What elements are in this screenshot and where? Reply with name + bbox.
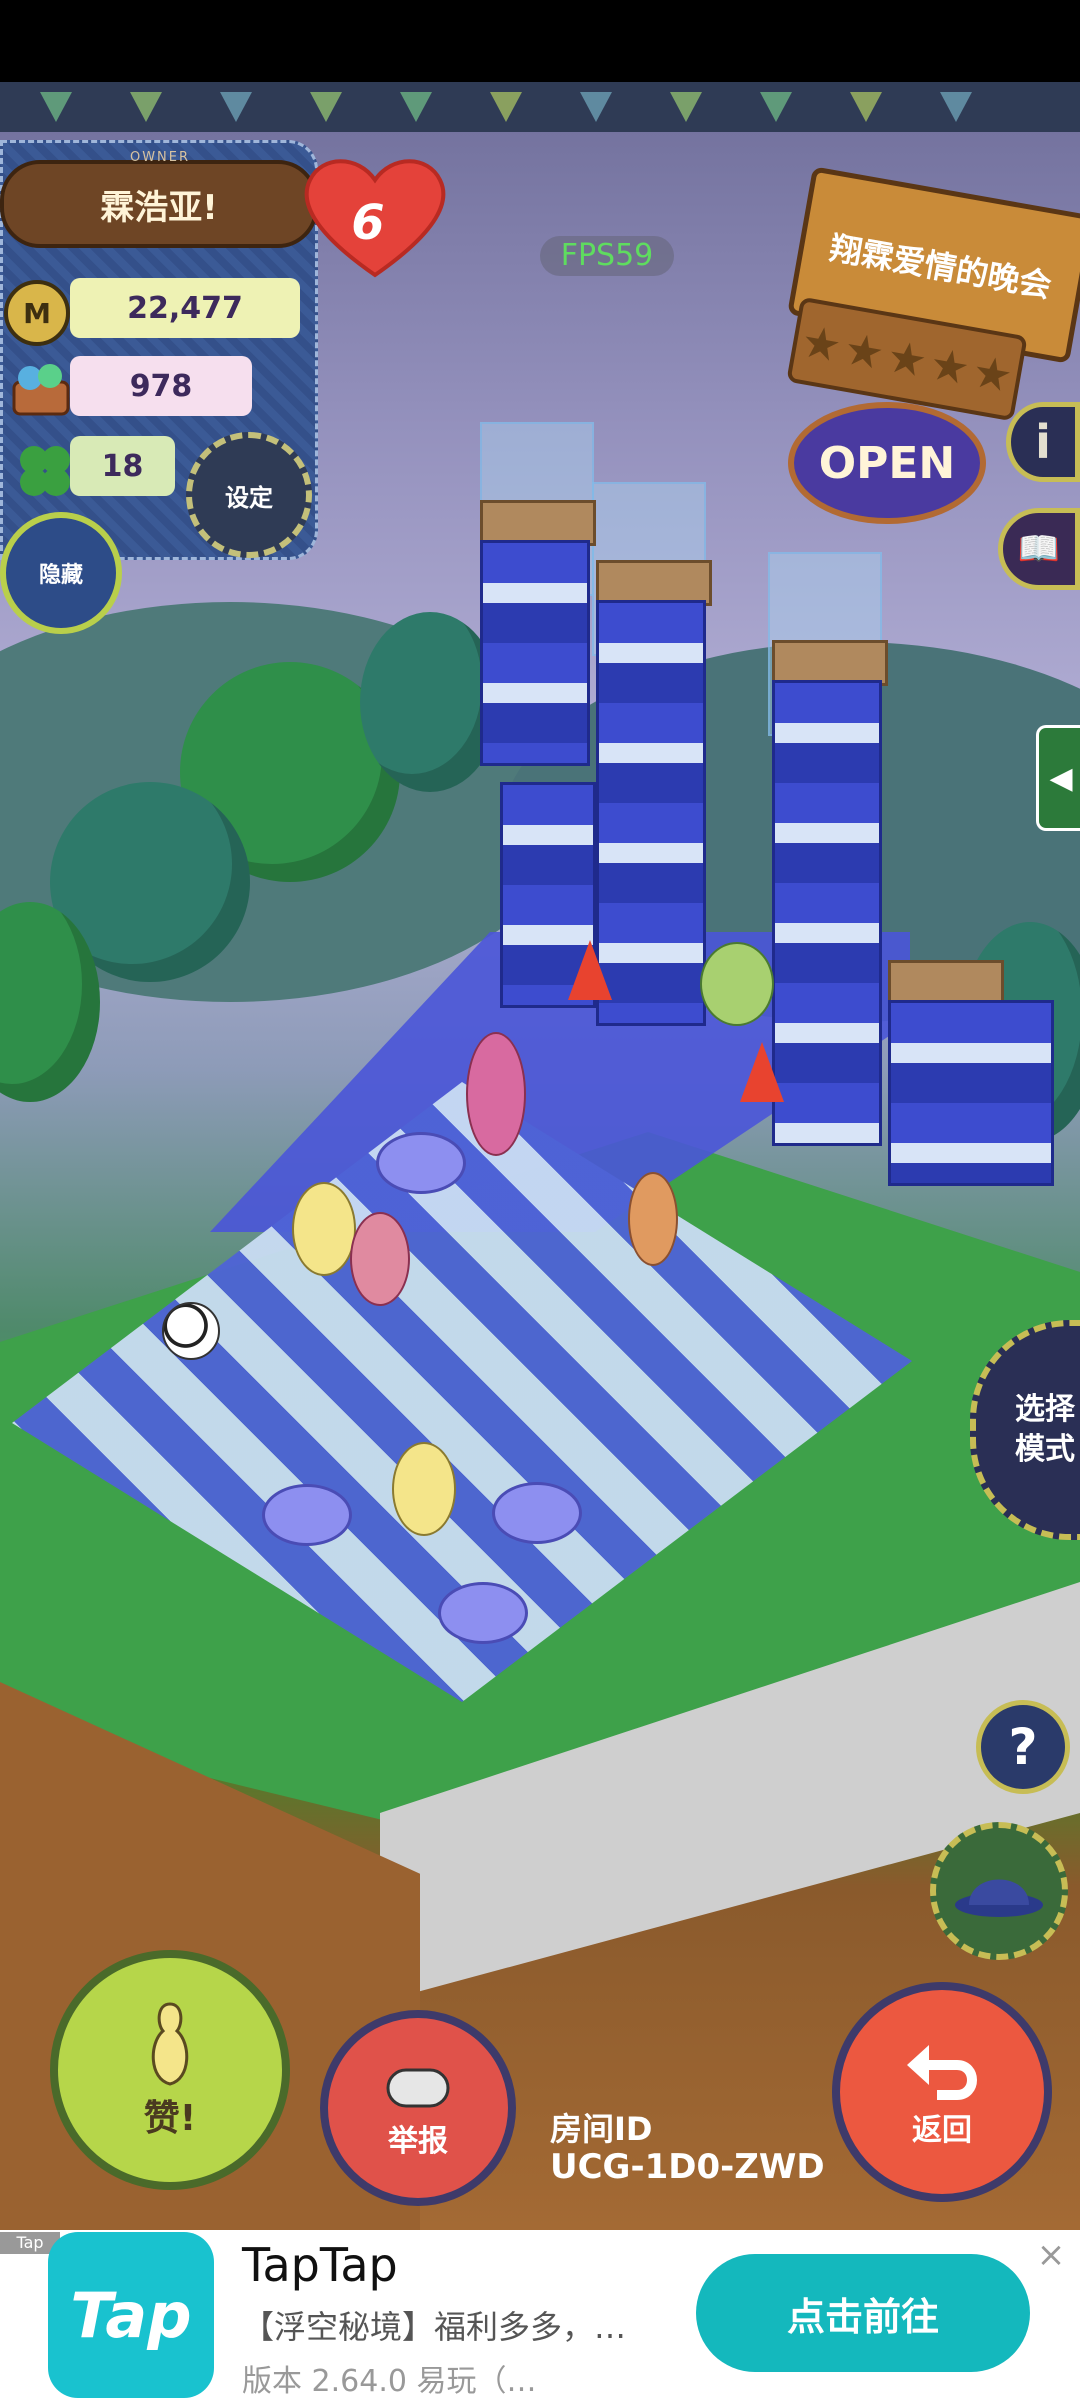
hat-icon — [955, 1879, 1043, 1917]
round-table — [492, 1482, 582, 1544]
expand-tab-button[interactable]: ◀ — [1036, 725, 1080, 831]
bowling-pin-icon — [151, 2002, 189, 2086]
gift-count: 978 — [70, 356, 252, 416]
ad-cta-button[interactable]: 点击前往 — [696, 2254, 1030, 2372]
gift-basket-icon — [12, 364, 70, 416]
close-icon[interactable]: × — [1034, 2238, 1068, 2272]
bunting-decoration — [0, 82, 1080, 132]
hide-button[interactable]: 隐藏 — [0, 512, 122, 634]
mode-label-line1: 选择 — [1015, 1392, 1075, 1427]
ad-description: 【浮空秘境】福利多多，… — [242, 2308, 627, 2346]
traffic-cone — [740, 1042, 784, 1102]
report-label: 举报 — [388, 2124, 448, 2159]
like-button[interactable]: 赞! — [50, 1950, 290, 2190]
soccer-ball — [162, 1302, 220, 1360]
help-button[interactable]: ? — [976, 1700, 1070, 1794]
heart-count: 6 — [351, 195, 385, 251]
like-label: 赞! — [143, 2098, 197, 2139]
tree — [360, 612, 500, 792]
taptap-logo[interactable]: Tap — [48, 2232, 214, 2398]
star-icon: ★ — [925, 338, 974, 396]
green-dog-character[interactable] — [700, 942, 774, 1026]
hide-label: 隐藏 — [38, 563, 83, 588]
orange-character[interactable] — [628, 1172, 678, 1266]
pillar — [480, 540, 590, 766]
back-label: 返回 — [912, 2113, 972, 2148]
room-id: 房间ID UCG-1D0-ZWD — [550, 2110, 825, 2186]
pillar — [596, 600, 706, 1026]
star-icon: ★ — [840, 322, 889, 380]
mode-label-line2: 模式 — [1015, 1432, 1075, 1467]
shop-name: 翔霖爱情的晚会 — [827, 228, 1055, 306]
taptap-logo-text: Tap — [70, 2278, 192, 2352]
hat-button[interactable] — [930, 1822, 1068, 1960]
screen: 霖浩亚! OWNER 6 M 22,477 978 18 设定 隐藏 FPS59… — [0, 0, 1080, 2400]
coin-count: 22,477 — [70, 278, 300, 338]
room-id-value: UCG-1D0-ZWD — [550, 2147, 825, 2187]
yellow-bunny-character[interactable] — [292, 1182, 356, 1276]
clover-count: 18 — [70, 436, 175, 496]
fps-counter: FPS59 — [540, 236, 674, 276]
owner-name: 霖浩亚! — [100, 187, 218, 228]
coin-icon: M — [4, 280, 70, 346]
settings-button[interactable]: 设定 — [186, 432, 312, 558]
round-table — [438, 1582, 528, 1644]
book-icon: 📖 — [1017, 529, 1061, 569]
owner-name-sign: 霖浩亚! — [0, 160, 318, 248]
round-table — [376, 1132, 466, 1194]
star-icon: ★ — [797, 315, 846, 373]
pillar — [772, 680, 882, 1146]
back-button[interactable]: 返回 — [832, 1982, 1052, 2202]
status-bar — [0, 0, 1080, 82]
pillar — [888, 1000, 1054, 1186]
return-arrow-icon — [907, 2045, 977, 2100]
settings-label: 设定 — [225, 483, 273, 512]
ad-title: TapTap — [242, 2238, 398, 2292]
room-id-label: 房间ID — [550, 2110, 653, 2148]
guide-book-button[interactable]: 📖 — [998, 508, 1080, 590]
open-label: OPEN — [818, 437, 956, 489]
traffic-cone — [568, 940, 612, 1000]
pink-bear-character[interactable] — [350, 1212, 410, 1306]
info-button[interactable]: i — [1006, 402, 1080, 482]
star-icon: ★ — [883, 330, 931, 388]
star-icon: ★ — [968, 345, 1017, 403]
round-table — [262, 1484, 352, 1546]
ad-version: 版本 2.64.0 易玩（… — [242, 2364, 537, 2399]
pink-hat-character[interactable] — [466, 1032, 526, 1156]
question-icon: ? — [1008, 1718, 1038, 1776]
info-icon: i — [1035, 415, 1051, 469]
open-sign[interactable]: OPEN — [788, 402, 986, 524]
whistle-icon — [386, 2068, 450, 2108]
report-button[interactable]: 举报 — [320, 2010, 516, 2206]
yellow-bear-character[interactable] — [392, 1442, 456, 1536]
owner-caption: OWNER — [129, 150, 191, 165]
chevron-left-icon: ◀ — [1049, 760, 1073, 796]
